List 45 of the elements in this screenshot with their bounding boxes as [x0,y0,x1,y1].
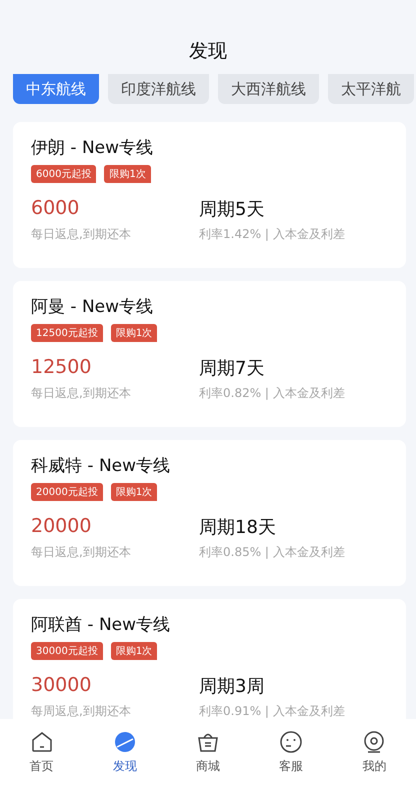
rate-note: 利率0.91% | 入本金及利差 [199,703,346,719]
nav-tab[interactable]: 发现 [112,758,137,774]
product-card[interactable]: 科威特 - New专线 20000元起投 限购1次 20000 周期18天 每日返息,到期还本 利率0.85% | 入本金及利差 [13,440,406,586]
route-tab[interactable]: 太平洋航 [328,74,414,104]
product-amount: 30000 [31,674,92,698]
product-tag: 限购1次 [110,324,158,342]
product-amount: 12500 [31,356,92,380]
product-period: 周期5天 [199,198,266,221]
product-name: 科威特 - New专线 [31,455,172,477]
product-tag: 限购1次 [104,165,151,183]
page-title: 发现 [189,39,227,64]
rate-note: 利率0.82% | 入本金及利差 [199,385,346,402]
nav-tab[interactable]: 客服 [279,758,304,774]
product-tag: 12500元起投 [31,324,103,342]
product-tag: 限购1次 [110,642,158,660]
route-tab[interactable]: 印度洋航线 [108,74,209,104]
home-icon [30,730,54,754]
nav-tab[interactable]: 商城 [196,758,220,774]
product-amount: 20000 [31,515,92,539]
payout-note: 每日返息,到期还本 [31,544,132,561]
product-name: 伊朗 - New专线 [31,137,154,159]
product-name: 阿曼 - New专线 [31,296,154,318]
product-card[interactable]: 伊朗 - New专线 6000元起投 限购1次 6000 周期5天 每日返息,到期还本 利率1.42% | 入本金及利差 [13,122,406,268]
product-card[interactable]: 阿曼 - New专线 12500元起投 限购1次 12500 周期7天 每日返息,到期还本 利率0.82% | 入本金及利差 [13,281,406,427]
rate-note: 利率1.42% | 入本金及利差 [199,226,346,243]
planet-icon [112,730,137,754]
nav-tab[interactable]: 首页 [30,758,54,774]
product-period: 周期7天 [199,357,266,380]
product-card[interactable]: 阿联酋 - New专线 30000元起投 限购1次 30000 周期3周 每周返息,到期还本 利率0.91% | 入本金及利差 [13,599,406,719]
product-tag: 限购1次 [110,483,158,501]
payout-note: 每日返息,到期还本 [31,226,132,243]
product-tag: 30000元起投 [31,642,103,660]
route-tab[interactable]: 中东航线 [13,74,99,104]
product-amount: 6000 [31,197,80,221]
product-name: 阿联酋 - New专线 [31,614,172,636]
product-period: 周期18天 [199,516,277,539]
product-tag: 6000元起投 [31,165,96,183]
product-period: 周期3周 [199,675,266,698]
profile-icon [362,730,386,754]
route-tab[interactable]: 大西洋航线 [218,74,319,104]
payout-note: 每周返息,到期还本 [31,703,132,719]
nav-tab[interactable]: 我的 [362,758,386,774]
payout-note: 每日返息,到期还本 [31,385,132,402]
rate-note: 利率0.85% | 入本金及利差 [199,544,346,561]
product-tag: 20000元起投 [31,483,103,501]
